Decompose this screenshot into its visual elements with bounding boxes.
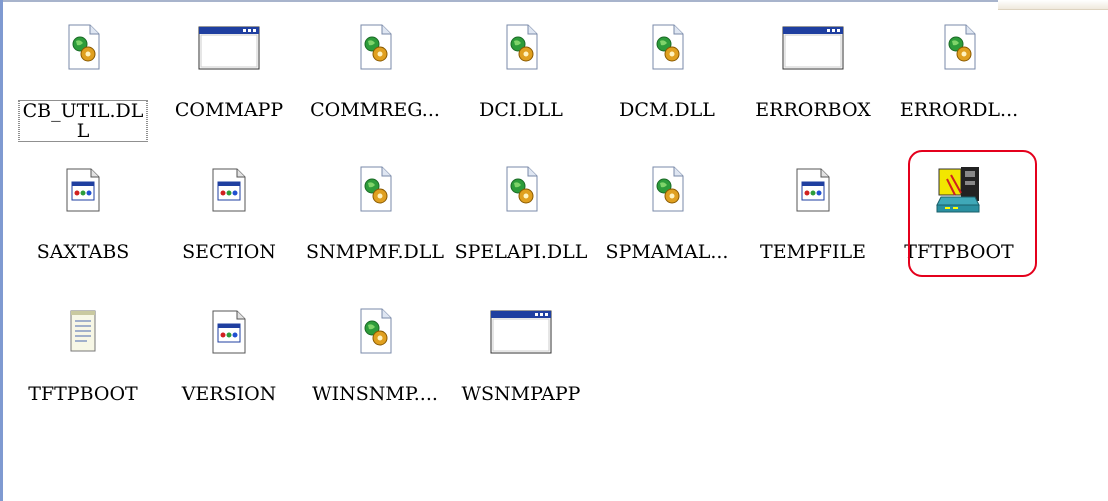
window-top-border [0, 0, 1000, 2]
file-label: TFTPBOOT [904, 241, 1014, 263]
file-item-commreg[interactable]: COMMREG... [302, 18, 448, 148]
file-item-tempfile[interactable]: TEMPFILE [740, 160, 886, 290]
window-left-border [0, 0, 3, 501]
settings-file-icon [789, 165, 837, 215]
file-label: SPMAMAL... [605, 241, 729, 263]
file-item-errorbox[interactable]: ERRORBOX [740, 18, 886, 148]
file-label: WSNMPAPP [461, 383, 581, 405]
file-item-wsnmpapp[interactable]: WSNMPAPP [448, 302, 594, 432]
file-label: VERSION [181, 383, 277, 405]
file-item-snmpmf-dll[interactable]: SNMPMF.DLL [302, 160, 448, 290]
dll-icon [643, 165, 691, 215]
network-program-icon [935, 165, 983, 215]
file-label: TFTPBOOT [28, 383, 138, 405]
file-label: SPELAPI.DLL [454, 241, 588, 263]
dll-icon [351, 165, 399, 215]
application-window-icon [490, 307, 552, 357]
application-window-icon [198, 23, 260, 73]
file-label: ERRORDL... [899, 99, 1019, 121]
file-item-commapp[interactable]: COMMAPP [156, 18, 302, 148]
file-label: COMMREG... [310, 99, 440, 121]
dll-icon [59, 23, 107, 73]
file-label: COMMAPP [174, 99, 284, 121]
file-item-saxtabs[interactable]: SAXTABS [10, 160, 156, 290]
file-label: ERRORBOX [755, 99, 871, 121]
dll-icon [935, 23, 983, 73]
application-window-icon [782, 23, 844, 73]
file-label: TEMPFILE [760, 241, 866, 263]
file-item-tftpboot-program[interactable]: TFTPBOOT [886, 160, 1032, 290]
file-item-spmamal[interactable]: SPMAMAL... [594, 160, 740, 290]
settings-file-icon [205, 307, 253, 357]
file-item-version[interactable]: VERSION [156, 302, 302, 432]
file-item-dci-dll[interactable]: DCI.DLL [448, 18, 594, 148]
file-label: DCI.DLL [479, 99, 563, 121]
file-icon-grid: CB_UTIL.DL L COMMAPP COMMREG... DCI.DLL … [10, 18, 1070, 488]
file-item-spelapi-dll[interactable]: SPELAPI.DLL [448, 160, 594, 290]
file-item-errordl[interactable]: ERRORDL... [886, 18, 1032, 148]
file-label: DCM.DLL [619, 99, 715, 121]
file-item-dcm-dll[interactable]: DCM.DLL [594, 18, 740, 148]
text-document-icon [59, 307, 107, 357]
dll-icon [497, 23, 545, 73]
file-label: SNMPMF.DLL [305, 241, 445, 263]
file-item-section[interactable]: SECTION [156, 160, 302, 290]
settings-file-icon [205, 165, 253, 215]
file-label: SAXTABS [36, 241, 130, 263]
settings-file-icon [59, 165, 107, 215]
dll-icon [351, 23, 399, 73]
file-item-tftpboot-text[interactable]: TFTPBOOT [10, 302, 156, 432]
dll-icon [351, 307, 399, 357]
dll-icon [643, 23, 691, 73]
file-item-cb-util-dll[interactable]: CB_UTIL.DL L [10, 18, 156, 148]
file-label: CB_UTIL.DL L [18, 100, 148, 142]
window-corner-tab [998, 0, 1108, 10]
file-item-winsnmp[interactable]: WINSNMP.... [302, 302, 448, 432]
dll-icon [497, 165, 545, 215]
file-label: WINSNMP.... [312, 383, 438, 405]
file-label: SECTION [182, 241, 276, 263]
